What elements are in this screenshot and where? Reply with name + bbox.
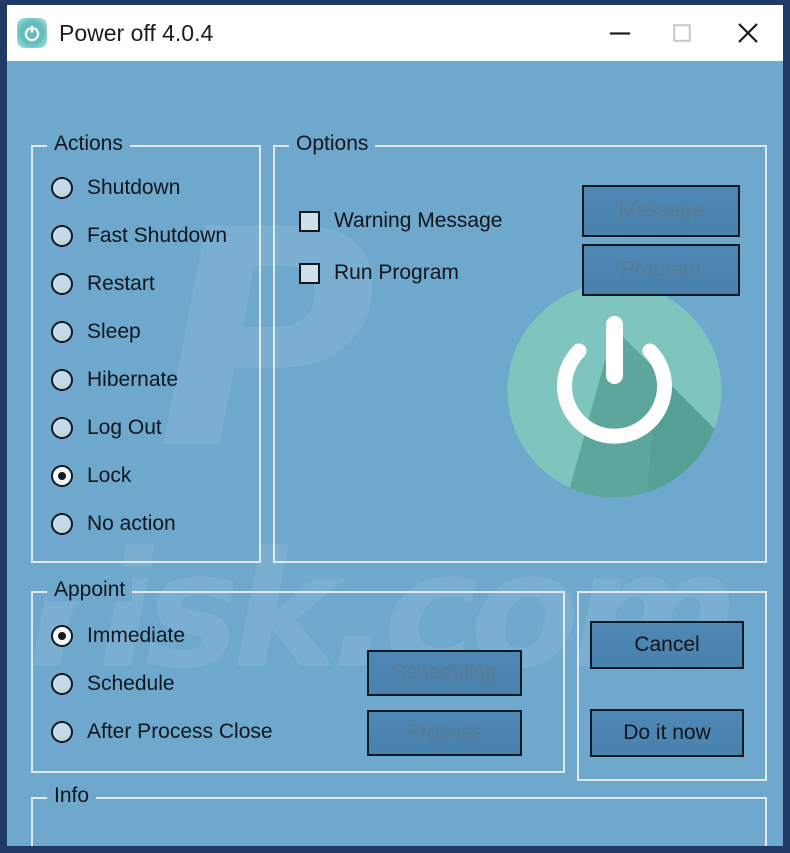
actions-legend: Actions: [47, 132, 130, 156]
radio-label: Schedule: [87, 672, 175, 695]
radio-schedule[interactable]: Schedule: [51, 669, 175, 699]
checkbox-indicator: [299, 210, 320, 232]
maximize-icon[interactable]: [651, 5, 713, 61]
radio-lock[interactable]: Lock: [51, 461, 131, 491]
power-icon: [17, 18, 47, 48]
checkbox-label: Warning Message: [334, 209, 503, 232]
radio-indicator: [51, 417, 73, 439]
radio-hibernate[interactable]: Hibernate: [51, 365, 178, 395]
message-button[interactable]: Message: [582, 185, 740, 237]
title-bar[interactable]: Power off 4.0.4: [7, 5, 783, 61]
checkbox-indicator: [299, 262, 320, 284]
scheduling-button[interactable]: Scheduling: [367, 650, 522, 696]
radio-label: Immediate: [87, 624, 186, 647]
radio-label: No action: [87, 512, 176, 535]
radio-indicator: [51, 225, 73, 247]
client-area: P risk.com Actions Shutdown Fast Shutdow…: [7, 61, 783, 846]
appoint-legend: Appoint: [47, 578, 133, 602]
process-button[interactable]: Process: [367, 710, 522, 756]
radio-label: Hibernate: [87, 368, 179, 391]
radio-sleep[interactable]: Sleep: [51, 317, 141, 347]
window-controls: [589, 5, 783, 61]
close-icon[interactable]: [713, 5, 783, 61]
window-title: Power off 4.0.4: [59, 19, 214, 46]
program-button[interactable]: Program: [582, 244, 740, 296]
radio-label: Sleep: [87, 320, 141, 343]
radio-indicator: [51, 369, 73, 391]
info-text: [33, 799, 765, 819]
radio-indicator: [51, 625, 73, 647]
radio-indicator: [51, 321, 73, 343]
radio-label: After Process Close: [87, 720, 273, 743]
radio-no-action[interactable]: No action: [51, 509, 176, 539]
radio-indicator: [51, 177, 73, 199]
power-off-window: Power off 4.0.4 P risk.com Actions Shutd…: [0, 0, 790, 853]
info-group: Info: [31, 784, 767, 846]
radio-indicator: [51, 273, 73, 295]
checkbox-label: Run Program: [334, 261, 459, 284]
radio-log-out[interactable]: Log Out: [51, 413, 162, 443]
cancel-button[interactable]: Cancel: [590, 621, 744, 669]
radio-label: Shutdown: [87, 176, 181, 199]
options-legend: Options: [289, 132, 376, 156]
radio-restart[interactable]: Restart: [51, 269, 155, 299]
radio-indicator: [51, 721, 73, 743]
minimize-icon[interactable]: [589, 5, 651, 61]
checkbox-warning-message[interactable]: Warning Message: [299, 207, 502, 235]
info-legend: Info: [47, 784, 97, 808]
radio-after-process-close[interactable]: After Process Close: [51, 717, 273, 747]
radio-fast-shutdown[interactable]: Fast Shutdown: [51, 221, 227, 251]
radio-indicator: [51, 673, 73, 695]
do-it-now-button[interactable]: Do it now: [590, 709, 744, 757]
radio-immediate[interactable]: Immediate: [51, 621, 185, 651]
radio-shutdown[interactable]: Shutdown: [51, 173, 180, 203]
radio-label: Lock: [87, 464, 132, 487]
radio-label: Fast Shutdown: [87, 224, 228, 247]
radio-label: Log Out: [87, 416, 162, 439]
radio-label: Restart: [87, 272, 155, 295]
radio-indicator: [51, 465, 73, 487]
actions-group: Actions Shutdown Fast Shutdown Restart S…: [31, 132, 261, 563]
checkbox-run-program[interactable]: Run Program: [299, 259, 459, 287]
radio-indicator: [51, 513, 73, 535]
